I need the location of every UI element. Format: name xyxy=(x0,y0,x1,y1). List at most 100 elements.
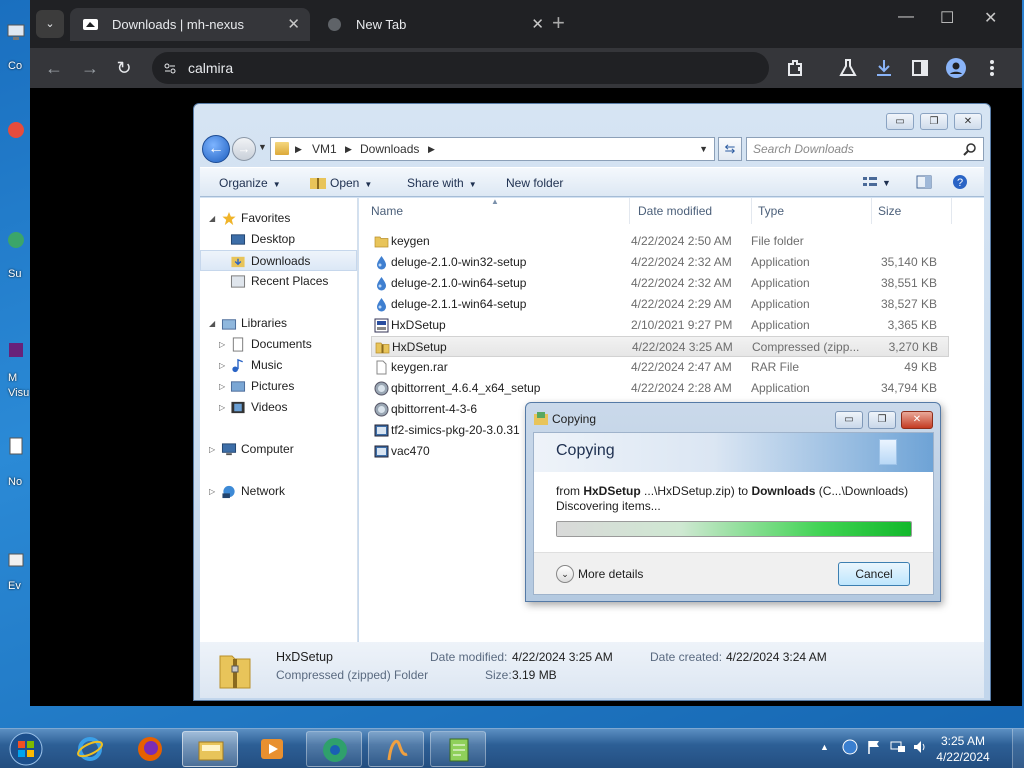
nav-network[interactable]: ▷ Network xyxy=(200,481,357,502)
visual-studio-icon[interactable] xyxy=(6,340,26,360)
taskbar-chrome[interactable] xyxy=(306,731,362,767)
share-with-button[interactable]: Share with ▼ xyxy=(407,168,477,200)
nav-music[interactable]: ▷ Music xyxy=(200,355,357,376)
reload-icon[interactable]: ↻ xyxy=(110,54,138,82)
address-dropdown-icon[interactable]: ▼ xyxy=(699,138,708,160)
organize-button[interactable]: Organize ▼ xyxy=(219,168,281,200)
clock[interactable]: 3:25 AM 4/22/2024 xyxy=(936,733,990,765)
copy-close-button[interactable]: ✕ xyxy=(901,411,933,429)
computer-icon[interactable] xyxy=(6,22,26,42)
nav-downloads[interactable]: Downloads xyxy=(200,250,357,271)
tab-downloads[interactable]: Downloads | mh-nexus ✕ xyxy=(70,8,310,41)
expand-arrow-icon[interactable]: ▷ xyxy=(219,355,225,376)
breadcrumb-downloads[interactable]: Downloads xyxy=(360,138,419,160)
volume-icon[interactable] xyxy=(912,739,928,755)
explorer-breadcrumb[interactable]: ▶ VM1 ▶ Downloads ▶ ▼ xyxy=(270,137,715,161)
labs-icon[interactable] xyxy=(836,56,860,80)
file-row[interactable]: HxDSetup 4/22/2024 3:25 AM Compressed (zip… xyxy=(371,336,949,357)
minimize-button[interactable]: — xyxy=(898,8,914,26)
chrome-red-icon[interactable] xyxy=(6,120,26,140)
tray-app-icon[interactable] xyxy=(842,739,858,755)
breadcrumb-arrow-icon[interactable]: ▶ xyxy=(295,138,302,160)
tab-search-button[interactable]: ⌄ xyxy=(36,10,64,38)
tab-close-icon[interactable]: ✕ xyxy=(287,8,300,41)
expand-arrow-icon[interactable]: ▷ xyxy=(209,439,215,460)
column-header-name[interactable]: Name ▲ xyxy=(365,197,630,224)
taskbar-app[interactable] xyxy=(368,731,424,767)
taskbar-media-player[interactable] xyxy=(244,731,300,767)
explorer-close-button[interactable]: ✕ xyxy=(954,113,982,130)
nav-pictures[interactable]: ▷ Pictures xyxy=(200,376,357,397)
profile-icon[interactable] xyxy=(944,56,968,80)
copy-minimize-button[interactable]: ▭ xyxy=(835,411,863,429)
preview-pane-icon[interactable] xyxy=(916,174,932,190)
menu-icon[interactable] xyxy=(980,56,1004,80)
cancel-button[interactable]: Cancel xyxy=(838,562,910,586)
recent-pages-dropdown-icon[interactable]: ▼ xyxy=(258,142,267,152)
source-name-link[interactable]: HxDSetup xyxy=(583,484,640,498)
close-button[interactable]: ✕ xyxy=(984,8,997,28)
copy-maximize-button[interactable]: ❐ xyxy=(868,411,896,429)
forward-icon[interactable]: → xyxy=(76,54,104,82)
nav-documents[interactable]: ▷ Documents xyxy=(200,334,357,355)
nav-favorites[interactable]: ◢ Favorites xyxy=(200,208,357,229)
new-tab-button[interactable]: + xyxy=(552,10,565,36)
collapse-arrow-icon[interactable]: ◢ xyxy=(209,208,215,229)
sidepanel-icon[interactable] xyxy=(908,56,932,80)
file-row[interactable]: HxDSetup 2/10/2021 9:27 PM Application 3,36… xyxy=(371,315,949,336)
search-input[interactable]: Search Downloads xyxy=(746,137,984,161)
start-orb-icon[interactable] xyxy=(6,731,46,767)
explorer-minimize-button[interactable]: ▭ xyxy=(886,113,914,130)
explorer-forward-icon[interactable]: → xyxy=(232,137,256,161)
breadcrumb-arrow-icon[interactable]: ▶ xyxy=(428,138,435,160)
collapse-arrow-icon[interactable]: ◢ xyxy=(209,313,215,334)
nav-computer[interactable]: ▷ Computer xyxy=(200,439,357,460)
nav-desktop[interactable]: Desktop xyxy=(200,229,357,250)
nav-libraries[interactable]: ◢ Libraries xyxy=(200,313,357,334)
extensions-icon[interactable] xyxy=(784,56,808,80)
tab-close-icon[interactable]: ✕ xyxy=(531,8,544,41)
open-button[interactable]: Open ▼ xyxy=(310,168,372,200)
tab-new-tab[interactable]: New Tab ✕ xyxy=(314,8,554,41)
event-viewer-icon[interactable] xyxy=(6,550,26,570)
file-row[interactable]: keygen.rar 4/22/2024 2:47 AM RAR File 49 KB xyxy=(371,357,949,378)
column-header-size[interactable]: Size xyxy=(872,198,952,224)
view-options-dropdown-icon[interactable]: ▼ xyxy=(882,168,891,198)
expand-arrow-icon[interactable]: ▷ xyxy=(219,376,225,397)
breadcrumb-vm1[interactable]: VM1 xyxy=(312,138,337,160)
download-icon[interactable] xyxy=(872,56,896,80)
change-view-icon[interactable] xyxy=(862,174,878,190)
file-row[interactable]: keygen 4/22/2024 2:50 AM File folder xyxy=(371,231,949,252)
dest-name-link[interactable]: Downloads xyxy=(751,484,815,498)
show-hidden-icons-button[interactable]: ▲ xyxy=(820,742,829,752)
file-row[interactable]: qbittorrent_4.6.4_x64_setup 4/22/2024 2:2… xyxy=(371,378,949,399)
column-header-type[interactable]: Type xyxy=(752,198,872,224)
maximize-button[interactable]: ☐ xyxy=(940,8,954,28)
action-center-flag-icon[interactable] xyxy=(866,739,882,755)
taskbar-firefox[interactable] xyxy=(122,731,178,767)
site-settings-icon[interactable] xyxy=(164,62,176,74)
column-header-date[interactable]: Date modified xyxy=(632,198,752,224)
new-folder-button[interactable]: New folder xyxy=(506,168,563,198)
explorer-maximize-button[interactable]: ❐ xyxy=(920,113,948,130)
network-status-icon[interactable] xyxy=(890,739,906,755)
file-row[interactable]: deluge-2.1.1-win64-setup 4/22/2024 2:29 A… xyxy=(371,294,949,315)
back-icon[interactable]: ← xyxy=(40,54,68,82)
explorer-back-icon[interactable]: ← xyxy=(202,135,230,163)
taskbar-notepad[interactable] xyxy=(430,731,486,767)
expand-arrow-icon[interactable]: ▷ xyxy=(219,334,225,355)
file-row[interactable]: deluge-2.1.0-win64-setup 4/22/2024 2:32 A… xyxy=(371,273,949,294)
help-icon[interactable]: ? xyxy=(952,174,968,190)
expand-arrow-icon[interactable]: ▷ xyxy=(219,397,225,418)
taskbar-file-explorer[interactable] xyxy=(182,731,238,767)
support-icon[interactable] xyxy=(6,230,26,250)
address-bar[interactable]: calmira xyxy=(152,52,769,84)
more-details-toggle[interactable]: ⌄ More details xyxy=(556,565,643,583)
file-row[interactable]: deluge-2.1.0-win32-setup 4/22/2024 2:32 A… xyxy=(371,252,949,273)
breadcrumb-arrow-icon[interactable]: ▶ xyxy=(345,138,352,160)
expand-arrow-icon[interactable]: ▷ xyxy=(209,481,215,502)
nav-videos[interactable]: ▷ Videos xyxy=(200,397,357,418)
nav-recent-places[interactable]: Recent Places xyxy=(200,271,357,292)
refresh-icon[interactable]: ⇆ xyxy=(718,137,742,161)
show-desktop-button[interactable] xyxy=(1012,729,1024,768)
